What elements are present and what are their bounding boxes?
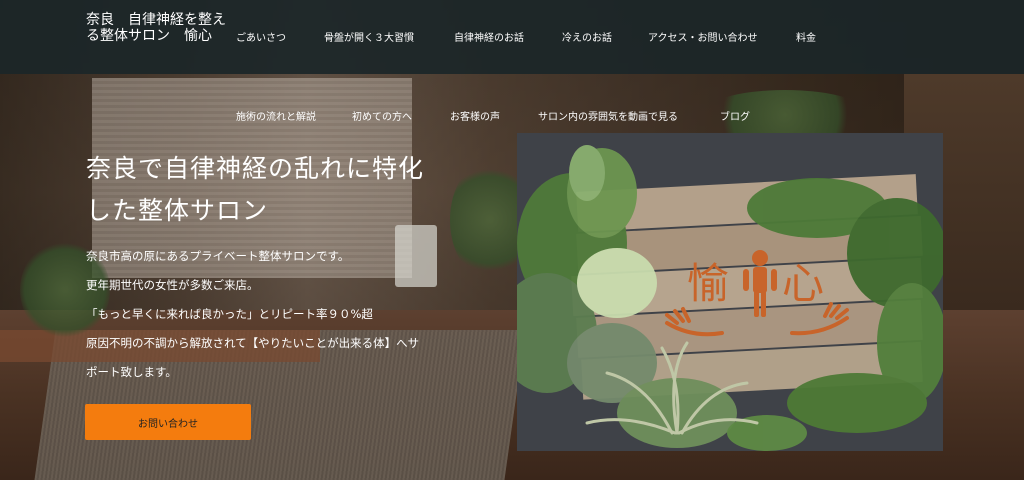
hero-paragraph: 更年期世代の女性が多数ご来店。 xyxy=(86,278,259,292)
nav-blog[interactable]: ブログ xyxy=(720,108,760,123)
nav-treatment-flow[interactable]: 施術の流れと解説 xyxy=(236,108,352,123)
hero-paragraph: 「もっと早くに来れば良かった」とリピート率９０%超 xyxy=(86,307,373,321)
nav-customer-voices[interactable]: お客様の声 xyxy=(450,108,538,123)
salon-sign-image: 愉 心 xyxy=(517,133,943,451)
hero-paragraph: 奈良市高の原にあるプライベート整体サロンです。 xyxy=(86,249,350,263)
sign-char-left: 愉 xyxy=(687,259,729,308)
nav-coldness[interactable]: 冷えのお話 xyxy=(562,29,648,44)
nav-access-contact[interactable]: アクセス・お問い合わせ xyxy=(648,29,796,44)
hero-heading-line: 奈良で自律神経の乱れに特化 xyxy=(86,154,425,183)
hero-heading-line: した整体サロン xyxy=(86,196,269,225)
sign-char-right: 心 xyxy=(782,259,824,308)
hero-heading: 奈良で自律神経の乱れに特化 した整体サロン xyxy=(86,148,496,232)
salon-sign-illustration: 愉 心 xyxy=(517,133,943,451)
nav-salon-video[interactable]: サロン内の雰囲気を動画で見る xyxy=(538,108,720,123)
secondary-nav: 施術の流れと解説 初めての方へ お客様の声 サロン内の雰囲気を動画で見る ブログ xyxy=(236,108,760,123)
hero-paragraph: ポート致します。 xyxy=(86,365,177,379)
nav-autonomic-nerve[interactable]: 自律神経のお話 xyxy=(454,29,562,44)
site-title[interactable]: 奈良 自律神経を整える整体サロン 愉心 xyxy=(86,12,236,44)
contact-button[interactable]: お問い合わせ xyxy=(85,404,251,440)
nav-price[interactable]: 料金 xyxy=(796,29,836,44)
site-header: 奈良 自律神経を整える整体サロン 愉心 ごあいさつ 骨盤が開く３大習慣 自律神経… xyxy=(0,0,1024,74)
hero-description: 奈良市高の原にあるプライベート整体サロンです。 更年期世代の女性が多数ご来店。 … xyxy=(86,242,496,387)
nav-pelvis-habits[interactable]: 骨盤が開く３大習慣 xyxy=(324,29,454,44)
hero-paragraph: 原因不明の不調から解放されて【やりたいことが出来る体】へサ xyxy=(86,336,420,350)
nav-greeting[interactable]: ごあいさつ xyxy=(236,29,324,44)
primary-nav: ごあいさつ 骨盤が開く３大習慣 自律神経のお話 冷えのお話 アクセス・お問い合わ… xyxy=(236,29,836,44)
nav-first-visit[interactable]: 初めての方へ xyxy=(352,108,450,123)
